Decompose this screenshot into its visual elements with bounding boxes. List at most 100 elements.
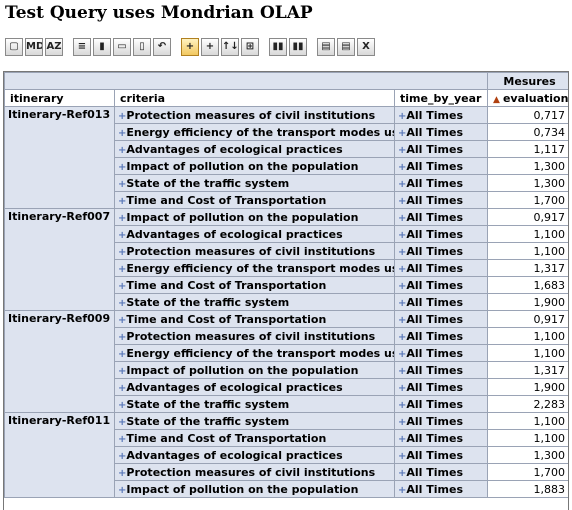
- criteria-member[interactable]: +Advantages of ecological practices: [114, 446, 395, 464]
- itinerary-member[interactable]: Itinerary-Ref009: [4, 310, 115, 413]
- suppress-button[interactable]: ▯: [133, 38, 151, 56]
- itinerary-member[interactable]: Itinerary-Ref013: [4, 106, 115, 209]
- evaluation-cell: 1,700: [487, 463, 568, 481]
- evaluation-cell: 1,700: [487, 191, 568, 209]
- drill-position-button[interactable]: +−: [201, 38, 219, 56]
- criteria-label: State of the traffic system: [126, 414, 290, 428]
- olap-navigator-button[interactable]: ▢: [5, 38, 23, 56]
- criteria-member[interactable]: +Time and Cost of Transportation: [114, 276, 395, 294]
- time-label: All Times: [406, 482, 464, 496]
- print-config-button[interactable]: ▤: [317, 38, 335, 56]
- evaluation-cell: 1,117: [487, 140, 568, 158]
- time-label: All Times: [406, 465, 464, 479]
- evaluation-cell: 0,734: [487, 123, 568, 141]
- sort-az-icon: AZ: [46, 41, 62, 52]
- criteria-member[interactable]: +Time and Cost of Transportation: [114, 310, 395, 328]
- criteria-member[interactable]: +Time and Cost of Transportation: [114, 429, 395, 447]
- criteria-member[interactable]: +Impact of pollution on the population: [114, 361, 395, 379]
- time-member[interactable]: +All Times: [393, 123, 489, 141]
- table-row: Itinerary-Ref009 +Time and Cost of Transp…: [4, 310, 568, 413]
- drill-through-icon: ⊞: [245, 41, 255, 52]
- show-parent-button[interactable]: ≡: [73, 38, 91, 56]
- criteria-member[interactable]: +Impact of pollution on the population: [114, 480, 395, 498]
- evaluation-cell: 0,917: [487, 208, 568, 226]
- criteria-member[interactable]: +Protection measures of civil institutio…: [114, 106, 395, 124]
- time-member[interactable]: +All Times: [393, 225, 489, 243]
- criteria-label: Impact of pollution on the population: [126, 210, 359, 224]
- evaluation-cell: 1,900: [487, 378, 568, 396]
- time-label: All Times: [406, 227, 464, 241]
- table-row: Itinerary-Ref007 +Impact of pollution on …: [4, 208, 568, 311]
- itinerary-member[interactable]: Itinerary-Ref011: [4, 412, 115, 498]
- show-chart-button[interactable]: ▮▮: [269, 38, 287, 56]
- hide-empty-button[interactable]: ▭: [113, 38, 131, 56]
- evaluation-label: evaluation: [502, 91, 569, 105]
- evaluation-cell: 0,917: [487, 310, 568, 328]
- mdx-button[interactable]: MDX: [25, 38, 43, 56]
- sort-az-button[interactable]: AZ: [45, 38, 63, 56]
- time-member[interactable]: +All Times: [393, 361, 489, 379]
- criteria-member[interactable]: +Energy efficiency of the transport mode…: [114, 344, 395, 362]
- time-member[interactable]: +All Times: [393, 191, 489, 209]
- time-member[interactable]: +All Times: [393, 310, 489, 328]
- criteria-label: State of the traffic system: [126, 176, 290, 190]
- time-member[interactable]: +All Times: [393, 429, 489, 447]
- time-member[interactable]: +All Times: [393, 412, 489, 430]
- time-label: All Times: [406, 108, 464, 122]
- time-member[interactable]: +All Times: [393, 208, 489, 226]
- column-header-evaluation[interactable]: ▲ evaluation: [487, 89, 569, 107]
- export-excel-button[interactable]: X: [357, 38, 375, 56]
- time-member[interactable]: +All Times: [393, 344, 489, 362]
- criteria-member[interactable]: +State of the traffic system: [114, 395, 395, 413]
- criteria-label: Energy efficiency of the transport modes…: [126, 346, 395, 360]
- evaluation-cell: 1,883: [487, 480, 568, 498]
- time-label: All Times: [406, 397, 464, 411]
- time-label: All Times: [406, 159, 464, 173]
- time-member[interactable]: +All Times: [393, 480, 489, 498]
- time-member[interactable]: +All Times: [393, 446, 489, 464]
- itinerary-member[interactable]: Itinerary-Ref007: [4, 208, 115, 311]
- print-config-icon: ▤: [321, 41, 331, 52]
- time-member[interactable]: +All Times: [393, 327, 489, 345]
- criteria-member[interactable]: +Energy efficiency of the transport mode…: [114, 123, 395, 141]
- chart-config-button[interactable]: ▮▮: [289, 38, 307, 56]
- criteria-member[interactable]: +State of the traffic system: [114, 293, 395, 311]
- drill-member-button[interactable]: +−: [181, 38, 199, 56]
- time-member[interactable]: +All Times: [393, 106, 489, 124]
- measures-header-row: Mesures: [4, 72, 568, 90]
- criteria-member[interactable]: +Advantages of ecological practices: [114, 225, 395, 243]
- criteria-member[interactable]: +Impact of pollution on the population: [114, 208, 395, 226]
- print-pdf-button[interactable]: ▤: [337, 38, 355, 56]
- time-label: All Times: [406, 278, 464, 292]
- criteria-member[interactable]: +Advantages of ecological practices: [114, 140, 395, 158]
- drill-through-button[interactable]: ⊞: [241, 38, 259, 56]
- time-member[interactable]: +All Times: [393, 140, 489, 158]
- time-member[interactable]: +All Times: [393, 174, 489, 192]
- criteria-member[interactable]: +State of the traffic system: [114, 174, 395, 192]
- criteria-member[interactable]: +Energy efficiency of the transport mode…: [114, 259, 395, 277]
- drill-replace-button[interactable]: ↑↓: [221, 38, 239, 56]
- criteria-label: Impact of pollution on the population: [126, 482, 359, 496]
- time-member[interactable]: +All Times: [393, 259, 489, 277]
- criteria-member[interactable]: +Protection measures of civil institutio…: [114, 327, 395, 345]
- time-member[interactable]: +All Times: [393, 395, 489, 413]
- table-row: Itinerary-Ref011 +State of the traffic sy…: [4, 412, 568, 498]
- criteria-member[interactable]: +Protection measures of civil institutio…: [114, 242, 395, 260]
- time-label: All Times: [406, 346, 464, 360]
- time-member[interactable]: +All Times: [393, 293, 489, 311]
- criteria-label: Impact of pollution on the population: [126, 159, 359, 173]
- time-member[interactable]: +All Times: [393, 378, 489, 396]
- time-member[interactable]: +All Times: [393, 463, 489, 481]
- criteria-member[interactable]: +Time and Cost of Transportation: [114, 191, 395, 209]
- criteria-member[interactable]: +Impact of pollution on the population: [114, 157, 395, 175]
- criteria-member[interactable]: +Advantages of ecological practices: [114, 378, 395, 396]
- swap-axes-button[interactable]: ↶: [153, 38, 171, 56]
- time-member[interactable]: +All Times: [393, 242, 489, 260]
- sort-ascending-icon[interactable]: ▲: [493, 95, 500, 105]
- time-member[interactable]: +All Times: [393, 157, 489, 175]
- criteria-label: Time and Cost of Transportation: [126, 278, 327, 292]
- time-member[interactable]: +All Times: [393, 276, 489, 294]
- show-children-button[interactable]: ▮: [93, 38, 111, 56]
- criteria-member[interactable]: +State of the traffic system: [114, 412, 395, 430]
- criteria-member[interactable]: +Protection measures of civil institutio…: [114, 463, 395, 481]
